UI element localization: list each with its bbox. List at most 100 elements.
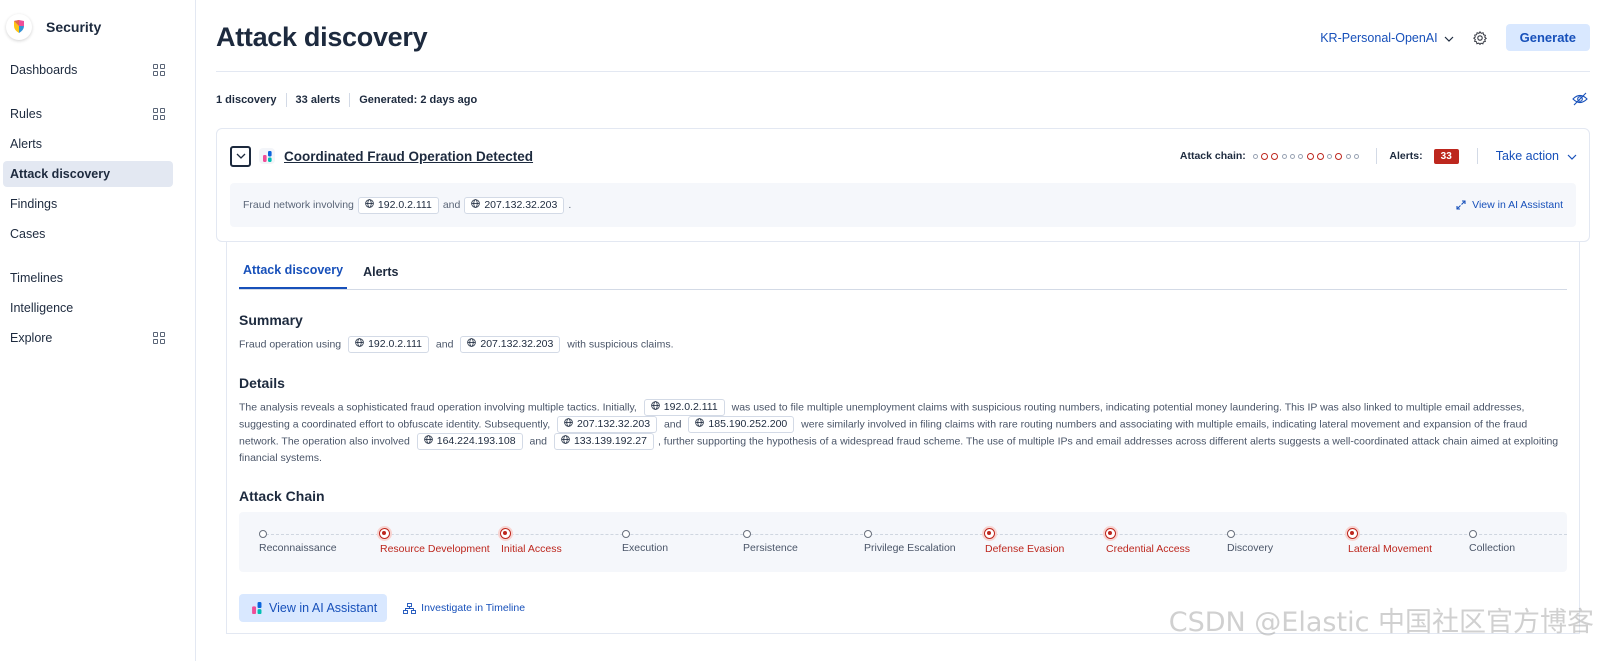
ip-badge[interactable]: 192.0.2.111 [643,399,725,416]
security-logo-icon[interactable] [6,14,32,40]
attack-chain-stage[interactable]: Reconnaissance [239,527,337,554]
ip-badge[interactable]: 207.132.32.203 [557,416,658,433]
app-title: Security [46,19,102,35]
tab-alerts[interactable]: Alerts [359,265,402,289]
globe-icon [564,418,573,431]
ip-badge[interactable]: 133.139.192.27 [553,433,654,450]
expand-icon [1456,200,1466,210]
attack-chain-stage-label: Resource Development [380,543,490,555]
apps-grid-icon[interactable] [153,64,165,76]
attack-chain-stage-label: Collection [1469,542,1516,554]
tab-attack-discovery[interactable]: Attack discovery [239,263,348,289]
summary-text-part: and [435,338,454,351]
sidebar-item-label: Findings [10,197,58,211]
discovery-count: 1 discovery [216,94,277,106]
globe-icon [561,435,570,448]
sidebar-item-intelligence[interactable]: Intelligence [3,295,173,321]
take-action-button[interactable]: Take action [1496,149,1577,163]
attack-chain-stage[interactable]: Execution [602,527,668,554]
sidebar-item-label: Cases [10,227,46,241]
tactic-dot [1327,153,1333,159]
details-heading: Details [239,375,285,391]
sidebar-item-dashboards[interactable]: Dashboards [3,57,173,83]
ip-badge[interactable]: 207.132.32.203 [464,196,565,214]
connector-label: KR-Personal-OpenAI [1320,30,1438,45]
divider [1476,148,1478,164]
tactic-hit-dot [984,528,995,539]
sidebar-item-findings[interactable]: Findings [3,191,173,217]
ip-badge[interactable]: 207.132.32.203 [460,336,561,353]
discovery-details-panel: Attack discovery Alerts Summary Fraud op… [226,242,1580,634]
timeline-icon [403,602,417,614]
generate-button[interactable]: Generate [1505,24,1590,51]
attack-chain-stage[interactable]: Defense Evasion [965,527,1064,555]
alerts-count-badge[interactable]: 33 [1433,148,1459,164]
header-actions: KR-Personal-OpenAI Generate [1320,24,1590,51]
view-in-ai-assistant-button[interactable]: View in AI Assistant [239,594,388,622]
investigate-in-timeline-link[interactable]: Investigate in Timeline [403,602,525,614]
attack-chain-stage-label: Reconnaissance [259,542,337,554]
apps-grid-icon[interactable] [153,332,165,344]
attack-chain-stage-label: Discovery [1227,542,1274,554]
watermark: CSDN @Elastic 中国社区官方博客 [1168,607,1594,638]
sidebar-item-attack-discovery[interactable]: Attack discovery [3,161,173,187]
sidebar-item-rules[interactable]: Rules [3,101,173,127]
ip-value: 192.0.2.111 [368,338,422,350]
alerts-count: 33 alerts [285,93,350,107]
discovery-card: Coordinated Fraud Operation Detected Att… [216,128,1590,242]
ip-badge[interactable]: 185.190.252.200 [688,416,795,433]
discovery-card-header: Coordinated Fraud Operation Detected Att… [217,129,1589,183]
ip-value: 164.224.193.108 [436,435,516,447]
attack-chain-stage-label: Lateral Movement [1348,543,1433,555]
attack-chain-stage[interactable]: Initial Access [481,527,562,555]
details-text-part: The analysis reveals a sophisticated fra… [239,401,637,414]
attack-chain-stage[interactable]: Persistence [723,527,798,554]
tactic-hit-dot [1316,152,1324,160]
tactic-hit-dot [1335,152,1343,160]
attack-chain-stage[interactable]: Collection [1449,527,1515,554]
tactic-hit-dot [379,528,390,539]
sidebar-item-label: Timelines [10,271,64,285]
discovery-meta: Attack chain: Alerts: 33 Take action [1180,148,1577,164]
main-content: Attack discovery KR-Personal-OpenAI Gene… [196,0,1600,661]
sidebar-item-label: Dashboards [10,63,78,77]
ip-value: 192.0.2.111 [377,198,432,211]
gear-icon[interactable] [1472,30,1488,46]
ai-assistant-logo-icon [259,148,275,164]
tactic-dot [864,530,872,538]
sidebar-item-alerts[interactable]: Alerts [3,131,173,157]
summary-heading: Summary [239,312,303,328]
sidebar-item-cases[interactable]: Cases [3,221,173,247]
details-text-part: and [529,435,548,448]
attack-chain-stage[interactable]: Discovery [1207,527,1273,554]
ip-badge[interactable]: 192.0.2.111 [357,196,439,214]
globe-icon [355,338,364,351]
attack-chain-stage-label: Defense Evasion [985,543,1065,555]
view-in-ai-assistant-link[interactable]: View in AI Assistant [1456,199,1563,211]
apps-grid-icon[interactable] [153,108,165,120]
attack-chain-stage[interactable]: Lateral Movement [1328,527,1432,555]
tactic-dot [743,530,751,538]
ip-badge[interactable]: 192.0.2.111 [348,336,429,353]
tactic-dot [1252,153,1258,159]
tactic-hit-dot [1261,152,1269,160]
tactic-dot [1345,153,1351,159]
sidebar-item-timelines[interactable]: Timelines [3,265,173,291]
attack-chain-stage[interactable]: Privilege Escalation [844,527,956,554]
attack-chain-stage[interactable]: Resource Development [360,527,490,555]
globe-icon [365,198,374,212]
connector-selector[interactable]: KR-Personal-OpenAI [1320,30,1454,45]
tactic-dot [1298,153,1304,159]
tactic-hit-dot [500,528,511,539]
collapse-toggle-button[interactable] [230,145,251,167]
view-ai-link-label: View in AI Assistant [1472,199,1563,211]
ip-value: 133.139.192.27 [573,435,647,447]
eye-closed-icon[interactable] [1572,92,1588,109]
discovery-title-link[interactable]: Coordinated Fraud Operation Detected [284,149,533,164]
sidebar-item-explore[interactable]: Explore [3,325,173,351]
details-text: The analysis reveals a sophisticated fra… [239,399,1567,466]
tactic-dot [1227,530,1235,538]
ip-badge[interactable]: 164.224.193.108 [416,433,523,450]
ip-value: 192.0.2.111 [663,401,718,413]
attack-chain-stage[interactable]: Credential Access [1086,527,1190,555]
